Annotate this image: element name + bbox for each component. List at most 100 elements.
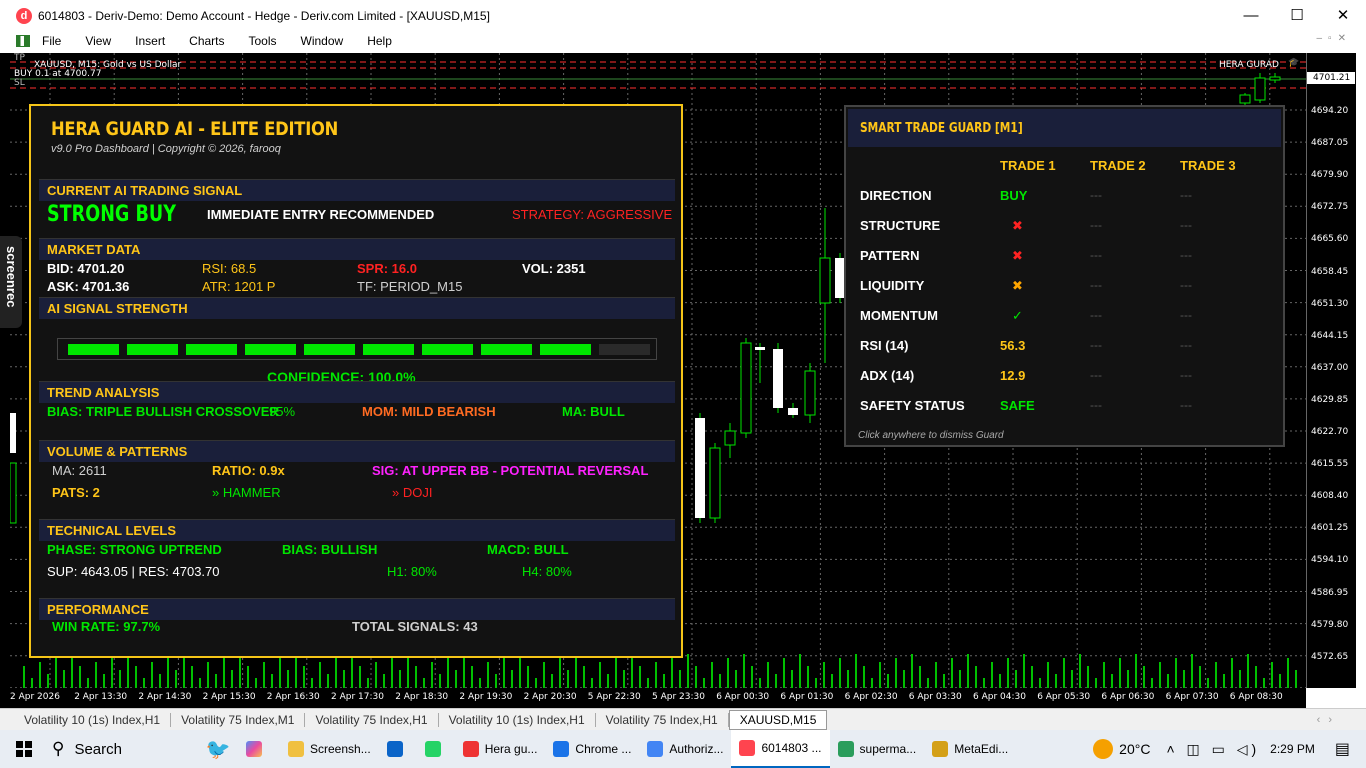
candle-bull [10,413,16,453]
time-tick-label: 2 Apr 16:30 [266,692,320,702]
guard-row-empty: --- [1180,188,1192,202]
time-tick-label: 6 Apr 00:30 [716,692,770,702]
notification-icon[interactable]: ▤ [1335,739,1350,759]
tray-icons[interactable]: ˄ ◫ ▭ ◁) [1166,741,1260,758]
candle-bear [1239,94,1251,104]
menu-tools[interactable]: Tools [237,34,289,48]
taskbar-app[interactable]: Hera gu... [455,730,546,768]
guard-row-empty: --- [1090,308,1102,322]
menu-window[interactable]: Window [289,34,356,48]
tab-chart[interactable]: Volatility 75 Index,H1 [596,712,729,727]
smart-trade-guard-panel[interactable]: SMART TRADE GUARD [M1] TRADE 1 TRADE 2 T… [844,105,1285,447]
current-price-label: 4701.21 [1307,72,1355,84]
dashboard-subtitle: v9.0 Pro Dashboard | Copyright © 2026, f… [51,143,281,155]
menu-file[interactable]: File [30,34,73,48]
right-strip [1356,53,1366,708]
time-tick-label: 2 Apr 19:30 [459,692,513,702]
guard-row-empty: --- [1180,218,1192,232]
strength-segment [304,344,355,355]
time-tick-label: 6 Apr 01:30 [780,692,834,702]
levels-bias: BIAS: BULLISH [282,542,378,557]
guard-row-empty: --- [1180,398,1192,412]
taskbar-app[interactable]: Authoriz... [639,730,731,768]
tab-scroll-arrows[interactable]: ‹› [1317,714,1340,726]
buy-position-label: BUY 0.1 at 4700.77 [14,69,102,79]
guard-col-trade2: TRADE 2 [1090,158,1146,173]
taskbar-app-label: Chrome ... [575,742,632,756]
support-resistance: SUP: 4643.05 | RES: 4703.70 [47,564,220,579]
price-tick-label: 4651.30 [1311,298,1349,309]
price-tick-label: 4579.80 [1311,619,1349,630]
taskbar-app-label: MetaEdi... [954,742,1009,756]
taskbar-app-label: Hera gu... [484,742,538,756]
sl-label: SL [14,78,25,88]
app-icon [386,741,403,757]
minimize-button[interactable]: — [1228,0,1274,31]
guard-col-trade3: TRADE 3 [1180,158,1236,173]
hera-guard-dashboard[interactable]: HERA GUARD AI - ELITE EDITION v9.0 Pro D… [29,104,683,658]
taskbar-app[interactable] [417,730,455,768]
price-tick-label: 4694.20 [1311,106,1349,116]
taskbar-search[interactable]: ⚲ Search [48,730,198,768]
tab-chart-active[interactable]: XAUUSD,M15 [728,709,828,730]
tab-chart[interactable]: Volatility 10 (1s) Index,H1 [439,712,596,727]
time-tick-label: 6 Apr 07:30 [1165,692,1219,702]
taskbar-app-label: Authoriz... [669,742,724,756]
signal-value: STRONG BUY [47,202,176,227]
taskbar-app[interactable]: MetaEdi... [924,730,1016,768]
clock[interactable]: 2:29 PM [1270,742,1315,756]
weather-icon[interactable] [1093,739,1114,759]
strength-segment [68,344,119,355]
taskbar-app[interactable] [379,730,417,768]
taskbar-app[interactable]: superma... [830,730,925,768]
guard-row-empty: --- [1180,308,1192,322]
pattern-doji: » DOJI [392,485,433,500]
taskbar-app-label: Screensh... [310,742,371,756]
menu-charts[interactable]: Charts [177,34,236,48]
taskbar-app[interactable]: Chrome ... [545,730,639,768]
search-icon: ⚲ [52,739,65,758]
price-tick-label: 4622.70 [1311,427,1349,437]
h4-value: H4: 80% [522,564,572,579]
guard-row-empty: --- [1090,188,1102,202]
taskbar-app[interactable]: 6014803 ... [731,730,830,768]
tab-chart[interactable]: Volatility 75 Index,H1 [305,712,439,727]
guard-row-empty: --- [1090,398,1102,412]
strength-segment [540,344,591,355]
menu-help[interactable]: Help [355,34,404,48]
guard-row-label: SAFETY STATUS [860,398,965,413]
search-label: Search [74,740,122,758]
guard-row-label: MOMENTUM [860,308,938,323]
taskbar-app[interactable]: Screensh... [280,730,379,768]
timeframe-value: TF: PERIOD_M15 [357,279,463,294]
guard-row-label: STRUCTURE [860,218,941,233]
tab-chart[interactable]: Volatility 75 Index,M1 [171,712,306,727]
rsi-value: RSI: 68.5 [202,261,257,276]
menu-view[interactable]: View [73,34,123,48]
screenrec-widget[interactable]: screenrec [0,236,22,328]
time-tick-label: 2 Apr 17:30 [331,692,384,702]
patterns-count: PATS: 2 [52,485,100,500]
start-button[interactable] [0,730,48,768]
signal-strategy: STRATEGY: AGGRESSIVE [512,207,673,222]
chart-icon [16,35,30,47]
time-axis[interactable]: 2 Apr 2026 2 Apr 13:30 2 Apr 14:30 2 Apr 15… [10,688,1306,708]
price-tick-label: 4672.75 [1311,202,1349,213]
price-tick-label: 4608.40 [1311,491,1349,502]
copilot-icon[interactable] [238,730,280,768]
maximize-button[interactable]: ☐ [1274,0,1320,31]
bird-widget-icon[interactable]: 🐦 [198,730,238,768]
tab-chart[interactable]: Volatility 10 (1s) Index,H1 [14,712,172,727]
menu-insert[interactable]: Insert [123,34,177,48]
price-tick-label: 4629.85 [1311,394,1349,405]
weather-temp[interactable]: 20°C [1119,741,1150,757]
app-icon [647,741,664,757]
price-axis[interactable]: 4701.21 4694.20 4687.05 4679.90 4672.75 4665… [1306,53,1356,688]
windows-icon [16,741,32,757]
market-header: MARKET DATA [39,238,675,260]
guard-row-empty: --- [1180,338,1192,352]
close-button[interactable]: ✕ [1320,0,1366,31]
strength-segment [481,344,532,355]
child-window-controls[interactable]: –▫✕ [1317,33,1353,44]
guard-row-empty: --- [1180,368,1192,382]
